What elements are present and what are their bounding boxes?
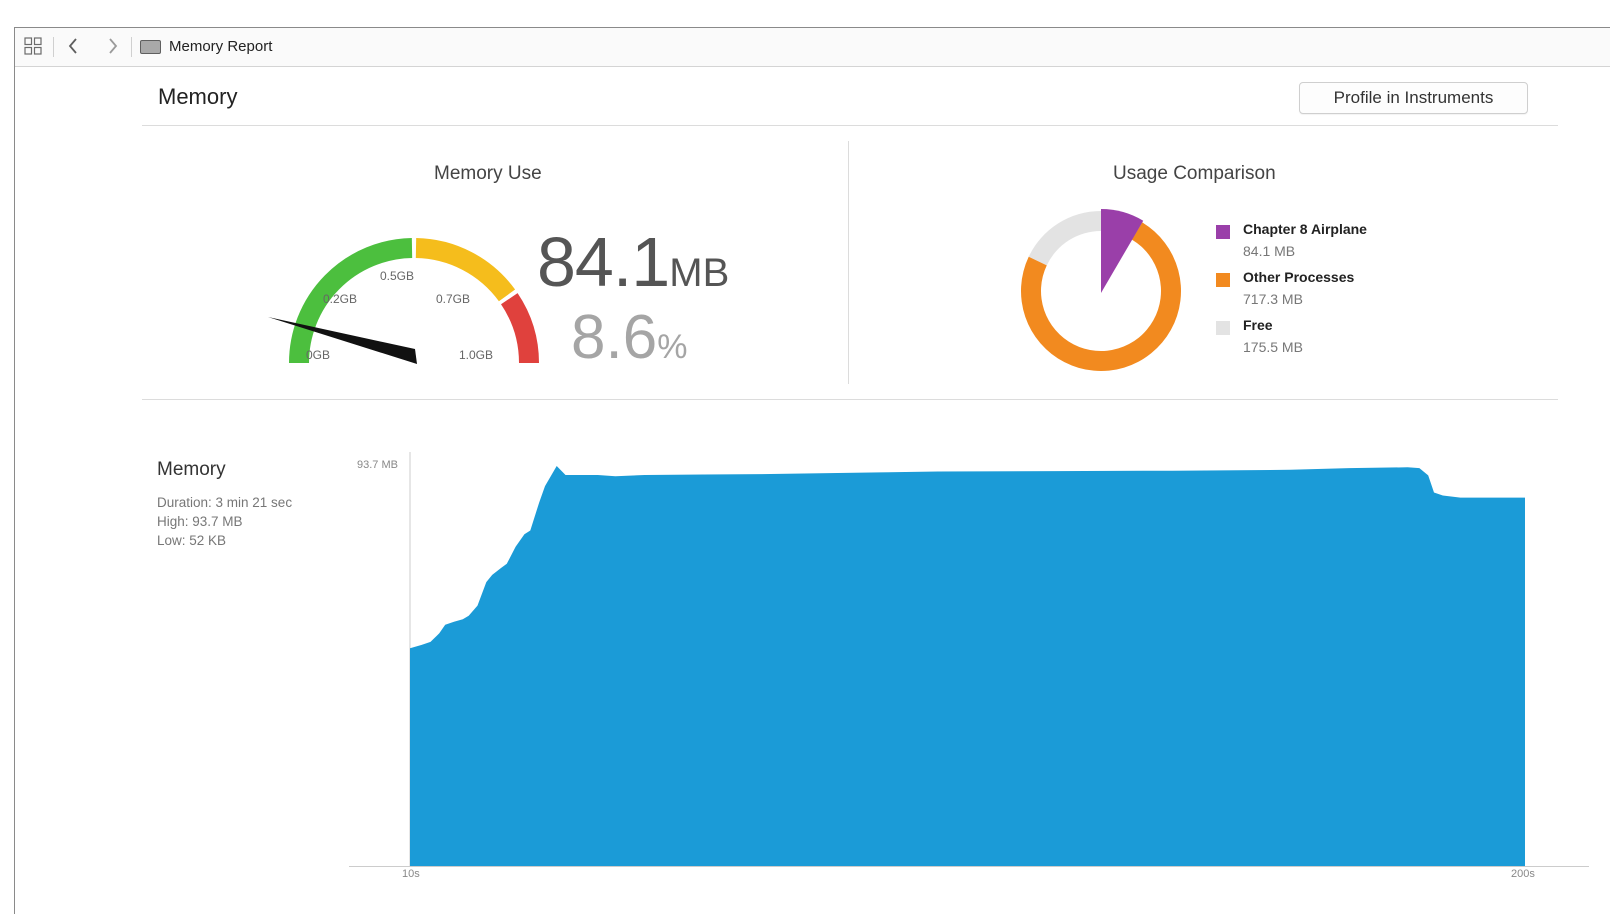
gauge-label: 0.7GB xyxy=(436,292,471,306)
memory-percent: 8.6% xyxy=(571,302,687,373)
memory-percent-unit: % xyxy=(657,328,688,366)
toolbar-divider xyxy=(131,37,132,57)
memory-gauge xyxy=(268,238,539,364)
legend-name: Free xyxy=(1243,317,1273,333)
divider xyxy=(848,141,849,384)
gauge-label: 0GB xyxy=(306,348,331,362)
report-icon xyxy=(140,39,161,54)
x-tick-label: 10s xyxy=(402,868,420,880)
chevron-left-icon[interactable] xyxy=(65,35,81,57)
donut-slice-free xyxy=(1028,211,1101,266)
memory-value: 84.1MB xyxy=(537,222,729,302)
memory-timeline-title: Memory xyxy=(157,459,226,480)
toolbar-divider xyxy=(53,37,54,57)
memory-area-chart xyxy=(349,452,1589,867)
breadcrumb[interactable]: Memory Report xyxy=(140,38,272,55)
memory-use-title: Memory Use xyxy=(434,163,542,184)
gauge-label: 0.5GB xyxy=(380,269,415,283)
page-title: Memory xyxy=(158,84,238,109)
legend-name: Other Processes xyxy=(1243,269,1355,285)
legend-swatch xyxy=(1216,225,1230,239)
x-tick-label: 200s xyxy=(1511,868,1535,880)
high-text: High: 93.7 MB xyxy=(157,514,243,529)
legend-swatch xyxy=(1216,273,1230,287)
divider xyxy=(142,125,1558,126)
divider xyxy=(142,399,1558,400)
low-text: Low: 52 KB xyxy=(157,533,227,548)
chevron-right-icon[interactable] xyxy=(105,35,121,57)
legend-value: 175.5 MB xyxy=(1243,339,1303,355)
memory-report-window: Memory Report Memory Profile in Instrume… xyxy=(14,27,1610,914)
profile-in-instruments-button[interactable]: Profile in Instruments xyxy=(1299,82,1528,114)
memory-value-unit: MB xyxy=(669,251,730,295)
duration-text: Duration: 3 min 21 sec xyxy=(157,495,293,510)
usage-donut xyxy=(1021,209,1181,371)
y-max-label: 93.7 MB xyxy=(357,459,398,471)
legend-name: Chapter 8 Airplane xyxy=(1243,221,1367,237)
gauge-yellow-zone xyxy=(415,238,516,302)
gauge-label: 1.0GB xyxy=(459,348,494,362)
breadcrumb-title: Memory Report xyxy=(169,38,273,55)
memory-value-number: 84.1 xyxy=(537,223,670,301)
grid-icon[interactable] xyxy=(23,35,43,57)
gauge-label: 0.2GB xyxy=(323,292,358,306)
legend-swatch xyxy=(1216,321,1230,335)
memory-area-series xyxy=(410,466,1525,866)
legend-value: 84.1 MB xyxy=(1243,243,1296,259)
memory-percent-number: 8.6 xyxy=(571,303,658,372)
gauge-red-zone xyxy=(500,293,539,364)
donut-slice-chapter-8-airplane xyxy=(1101,209,1144,293)
usage-comparison-title: Usage Comparison xyxy=(1113,163,1276,184)
toolbar: Memory Report xyxy=(15,28,1610,67)
legend-value: 717.3 MB xyxy=(1243,291,1303,307)
